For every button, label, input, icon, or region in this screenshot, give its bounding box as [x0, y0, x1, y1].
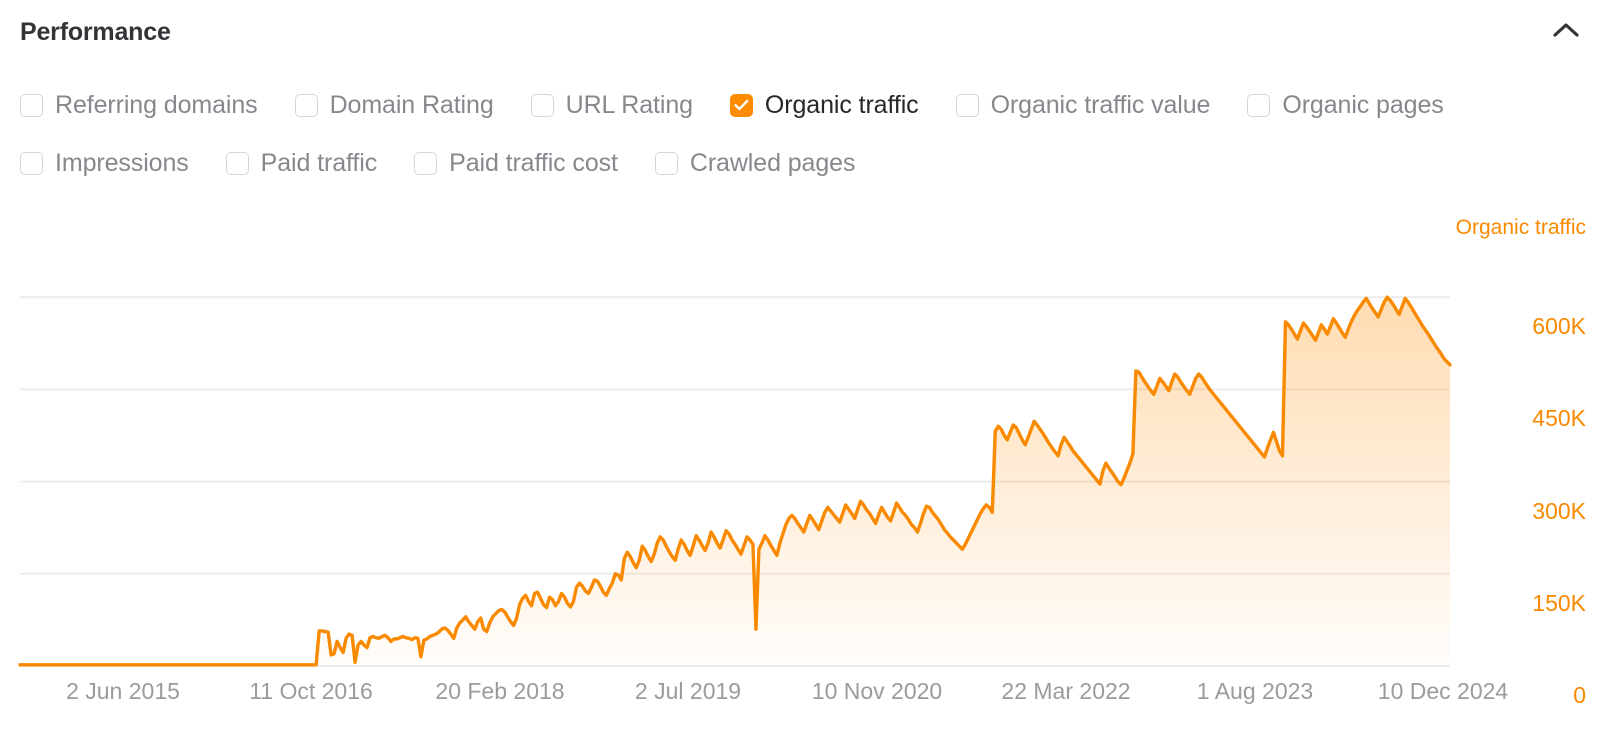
checkmark-icon[interactable] — [729, 93, 753, 117]
page-title: Performance — [20, 17, 171, 46]
performance-panel: Performance Referring domains Domain Rati… — [0, 0, 1606, 744]
x-axis-labels: 2 Jun 2015 11 Oct 2016 20 Feb 2018 2 Jul 20… — [0, 680, 1606, 744]
metric-checkbox-url-rating[interactable]: URL Rating — [530, 90, 693, 119]
chevron-up-icon[interactable] — [1544, 10, 1588, 50]
metric-checkbox-paid-traffic-cost[interactable]: Paid traffic cost — [414, 148, 618, 177]
metric-label: Organic pages — [1282, 90, 1444, 119]
checkbox-empty-icon[interactable] — [225, 151, 249, 175]
x-axis-tick-label: 1 Aug 2023 — [1196, 678, 1314, 704]
metric-row-1: Referring domains Domain Rating URL Rating… — [20, 86, 1586, 124]
x-axis-tick-label: 10 Dec 2024 — [1377, 678, 1509, 704]
y-axis-labels: 0 150K 300K 450K 600K — [1466, 205, 1586, 744]
metric-checkbox-impressions[interactable]: Impressions — [20, 148, 189, 177]
checkbox-empty-icon[interactable] — [414, 151, 438, 175]
metric-checkbox-domain-rating[interactable]: Domain Rating — [294, 90, 494, 119]
metric-label: Paid traffic cost — [449, 148, 618, 177]
checkbox-empty-icon[interactable] — [294, 93, 318, 117]
y-axis-tick-label: 600K — [1532, 313, 1586, 340]
metric-checkbox-paid-traffic[interactable]: Paid traffic — [225, 148, 378, 177]
x-axis-tick-label: 2 Jun 2015 — [66, 678, 180, 704]
metric-label: URL Rating — [565, 90, 693, 119]
metric-checkbox-organic-traffic-value[interactable]: Organic traffic value — [955, 90, 1211, 119]
x-axis-tick-label: 20 Feb 2018 — [435, 678, 565, 704]
x-axis-tick-label: 2 Jul 2019 — [634, 678, 742, 704]
checkbox-empty-icon[interactable] — [654, 151, 678, 175]
checkbox-empty-icon[interactable] — [955, 93, 979, 117]
y-axis-tick-label: 150K — [1532, 589, 1586, 616]
x-axis-tick-label: 22 Mar 2022 — [1001, 678, 1131, 704]
metric-label: Paid traffic — [260, 148, 378, 177]
metric-label: Domain Rating — [329, 90, 494, 119]
y-axis-tick-label: 450K — [1532, 405, 1586, 432]
metric-checkbox-organic-pages[interactable]: Organic pages — [1247, 90, 1444, 119]
metric-checkbox-organic-traffic[interactable]: Organic traffic — [729, 90, 919, 119]
checkbox-empty-icon[interactable] — [20, 93, 43, 117]
metric-label: Organic traffic value — [990, 90, 1211, 119]
metric-label: Crawled pages — [689, 148, 856, 177]
checkbox-empty-icon[interactable] — [530, 93, 554, 117]
checkbox-empty-icon[interactable] — [20, 151, 43, 175]
panel-header: Performance — [0, 0, 1606, 64]
performance-chart: Organic traffic 0 150K 300K 450K 600K 2 Jun … — [0, 205, 1606, 744]
x-axis-tick-label: 11 Oct 2016 — [249, 678, 373, 704]
metric-label: Referring domains — [55, 90, 258, 119]
metric-checkbox-crawled-pages[interactable]: Crawled pages — [654, 148, 856, 177]
x-axis-tick-label: 10 Nov 2020 — [811, 678, 943, 704]
metric-row-2: Impressions Paid traffic Paid traffic cost… — [20, 144, 1586, 182]
metric-label: Organic traffic — [764, 90, 919, 119]
checkbox-empty-icon[interactable] — [1247, 93, 1271, 117]
metric-checkbox-referring-domains[interactable]: Referring domains — [20, 90, 258, 119]
metric-label: Impressions — [55, 148, 189, 177]
y-axis-tick-label: 300K — [1532, 497, 1586, 524]
chart-plot-area[interactable] — [0, 205, 1606, 744]
metric-toggle-list: Referring domains Domain Rating URL Rating… — [20, 86, 1586, 182]
